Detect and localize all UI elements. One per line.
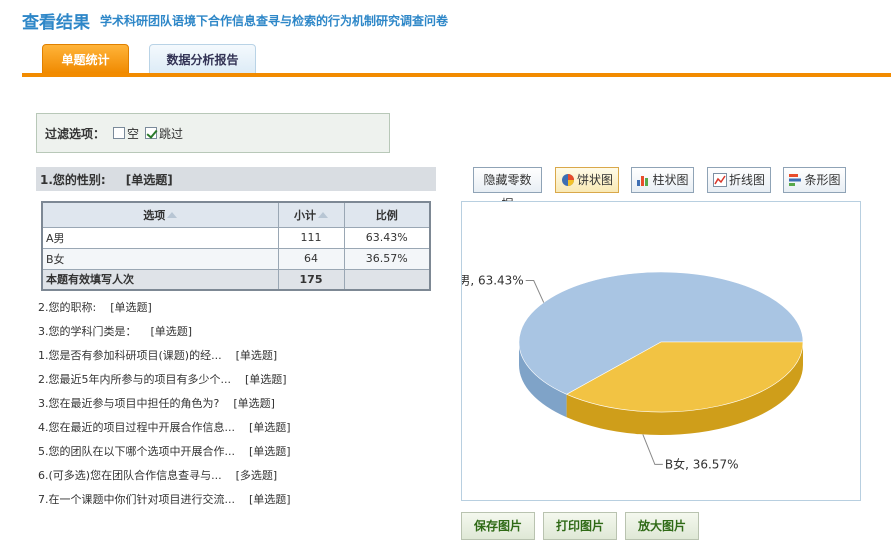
line-chart-icon	[712, 173, 727, 187]
list-item[interactable]: 3.您在最近参与项目中担任的角色为? [单选题]	[38, 392, 291, 416]
pie-chart-icon	[561, 174, 574, 186]
column-chart-button[interactable]: 柱状图	[631, 167, 694, 193]
line-chart-label: 折线图	[728, 173, 765, 187]
pie-label-male: A男, 63.43%	[462, 274, 524, 288]
chart-panel: A男, 63.43% B女, 36.57%	[450, 201, 861, 501]
col-option-header[interactable]: 选项	[41, 201, 279, 228]
table-row: A男 111 63.43%	[41, 226, 431, 249]
bar-chart-icon	[789, 174, 802, 186]
line-chart-button[interactable]: 折线图	[707, 167, 771, 193]
ratio-cell: 36.57%	[343, 247, 431, 270]
table-header-row: 选项 小计 比例	[41, 201, 431, 228]
column-chart-icon	[637, 176, 649, 186]
filter-option-empty[interactable]: 空	[113, 125, 139, 142]
option-cell: B女	[41, 247, 279, 270]
option-cell: A男	[41, 226, 279, 249]
filter-option-skip[interactable]: 跳过	[145, 125, 183, 142]
filter-empty-checkbox[interactable]	[113, 127, 126, 139]
list-item[interactable]: 6.(可多选)您在团队合作信息查寻与... [多选题]	[38, 464, 291, 488]
sort-icon[interactable]	[318, 211, 328, 218]
total-row: 本题有效填写人次 175	[41, 268, 431, 291]
question-title: 1.您的性别:	[40, 172, 106, 187]
question-list: 2.您的职称: [单选题] 3.您的学科门类是： [单选题] 1.您是否有参加科研项…	[38, 296, 291, 512]
question-header: 1.您的性别: [单选题]	[36, 167, 436, 191]
count-cell: 111	[277, 226, 345, 249]
filter-label: 过滤选项：	[45, 126, 106, 141]
total-empty	[343, 268, 431, 291]
list-item[interactable]: 1.您是否有参加科研项目(课题)的经... [单选题]	[38, 344, 291, 368]
filter-empty-label: 空	[127, 126, 140, 141]
pie-leader-male	[525, 280, 545, 303]
pie-chart-label: 饼状图	[576, 173, 613, 187]
tab-underline	[22, 73, 891, 77]
list-item[interactable]: 4.您在最近的项目过程中开展合作信息... [单选题]	[38, 416, 291, 440]
print-image-button[interactable]: 打印图片	[543, 512, 617, 540]
ratio-cell: 63.43%	[343, 226, 431, 249]
filter-skip-checkbox[interactable]	[145, 127, 158, 139]
column-chart-label: 柱状图	[652, 173, 689, 187]
filter-panel: 过滤选项： 空 跳过	[36, 113, 390, 153]
total-count: 175	[277, 268, 345, 291]
page-root: { "header": { "title": "查看结果", "survey_t…	[0, 0, 891, 547]
filter-skip-label: 跳过	[159, 126, 184, 141]
survey-title: 学术科研团队语境下合作信息查寻与检索的行为机制研究调查问卷	[100, 14, 449, 28]
total-label: 本题有效填写人次	[41, 268, 279, 291]
col-count-header[interactable]: 小计	[277, 201, 345, 228]
tab-analysis-report[interactable]: 数据分析报告	[149, 44, 256, 74]
list-item[interactable]: 7.在一个课题中你们针对项目进行交流... [单选题]	[38, 488, 291, 512]
pie-chart-button[interactable]: 饼状图	[555, 167, 619, 193]
page-title: 查看结果	[22, 13, 90, 33]
save-image-button[interactable]: 保存图片	[461, 512, 535, 540]
hide-zero-button[interactable]: 隐藏零数据	[473, 167, 542, 211]
count-cell: 64	[277, 247, 345, 270]
list-item[interactable]: 2.您的职称: [单选题]	[38, 296, 291, 320]
bar-chart-label: 条形图	[804, 173, 841, 187]
list-item[interactable]: 5.您的团队在以下哪个选项中开展合作... [单选题]	[38, 440, 291, 464]
bar-chart-button[interactable]: 条形图	[783, 167, 846, 193]
col-ratio-header: 比例	[343, 201, 431, 228]
question-type: [单选题]	[125, 172, 173, 187]
pie-label-female: B女, 36.57%	[665, 456, 739, 471]
list-item[interactable]: 2.您最近5年内所参与的项目有多少个... [单选题]	[38, 368, 291, 392]
tab-single-question-stats[interactable]: 单题统计	[42, 44, 129, 74]
list-item[interactable]: 3.您的学科门类是： [单选题]	[38, 320, 291, 344]
zoom-image-button[interactable]: 放大图片	[625, 512, 699, 540]
pie-leader-female	[642, 434, 663, 465]
pie-chart: A男, 63.43% B女, 36.57%	[450, 271, 804, 471]
stats-table: 选项 小计 比例 A男 111 63.43% B女 64 36.57% 本题有效…	[41, 201, 431, 291]
table-row: B女 64 36.57%	[41, 247, 431, 270]
sort-icon[interactable]	[167, 211, 178, 218]
